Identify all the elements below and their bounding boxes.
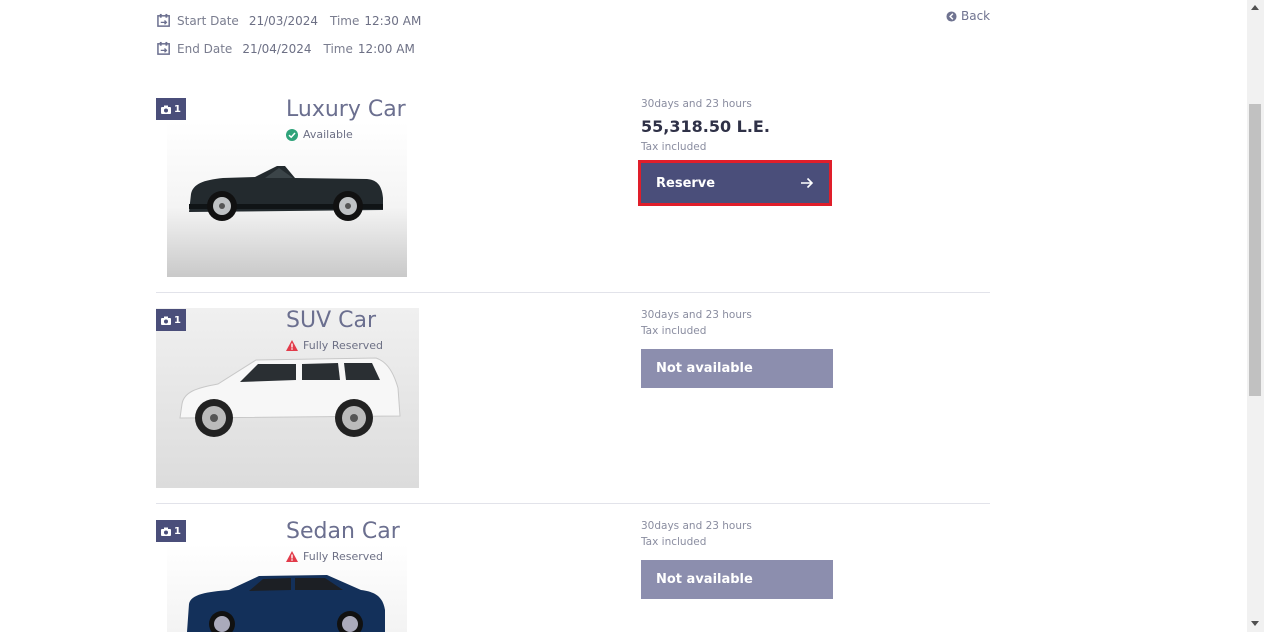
end-date-row: End Date 21/04/2024 Time 12:00 AM	[157, 41, 427, 56]
back-label: Back	[961, 9, 991, 23]
warning-triangle-icon	[286, 551, 298, 562]
camera-icon	[161, 105, 172, 114]
camera-icon	[161, 316, 172, 325]
reserve-button[interactable]: Reserve	[638, 160, 832, 206]
start-time-value: 12:30 AM	[364, 13, 422, 28]
car-title-suv[interactable]: SUV Car	[286, 308, 376, 333]
calendar-start-icon	[157, 13, 170, 27]
car-image-suv[interactable]	[156, 308, 419, 488]
rental-duration: 30days and 23 hours	[641, 309, 752, 321]
photo-count-badge[interactable]: 1	[156, 520, 186, 542]
warning-triangle-icon	[286, 340, 298, 351]
price-value: 55,318.50 L.E.	[641, 117, 770, 136]
card-divider	[156, 503, 990, 504]
photo-count-badge[interactable]: 1	[156, 309, 186, 331]
calendar-end-icon	[157, 41, 170, 55]
camera-icon	[161, 527, 172, 536]
back-link[interactable]: Back	[946, 9, 990, 23]
tax-note: Tax included	[641, 141, 707, 153]
arrow-right-icon	[801, 177, 814, 189]
suv-car-image	[179, 357, 401, 437]
end-date-label: End Date	[177, 41, 233, 56]
tax-note: Tax included	[641, 325, 707, 337]
rental-duration: 30days and 23 hours	[641, 520, 752, 532]
start-date-row: Start Date 21/03/2024 Time 12:30 AM	[157, 13, 433, 28]
scroll-thumb[interactable]	[1249, 104, 1261, 396]
start-date-label: Start Date	[177, 13, 239, 28]
start-time-label: Time	[329, 13, 360, 28]
photo-count-badge[interactable]: 1	[156, 98, 186, 120]
start-date-value: 21/03/2024	[248, 13, 318, 28]
convertible-car-image	[189, 166, 383, 221]
not-available-button[interactable]: Not available	[641, 560, 833, 599]
car-image-luxury[interactable]	[167, 122, 407, 277]
status-available: Available	[286, 128, 353, 141]
scroll-up-arrow-icon[interactable]	[1251, 5, 1259, 10]
car-title-sedan[interactable]: Sedan Car	[286, 519, 400, 544]
check-circle-icon	[286, 128, 298, 141]
card-divider	[156, 292, 990, 293]
rental-duration: 30days and 23 hours	[641, 98, 752, 110]
end-time-label: Time	[323, 41, 353, 56]
end-time-value: 12:00 AM	[357, 41, 415, 56]
page-scrollbar[interactable]	[1247, 0, 1264, 632]
not-available-button[interactable]: Not available	[641, 349, 833, 388]
car-title-luxury[interactable]: Luxury Car	[286, 97, 406, 122]
status-fully-reserved: Fully Reserved	[286, 550, 383, 563]
back-arrow-icon	[946, 10, 957, 22]
tax-note: Tax included	[641, 536, 707, 548]
status-fully-reserved: Fully Reserved	[286, 339, 383, 352]
scroll-down-arrow-icon[interactable]	[1251, 621, 1259, 626]
end-date-value: 21/04/2024	[242, 41, 312, 56]
